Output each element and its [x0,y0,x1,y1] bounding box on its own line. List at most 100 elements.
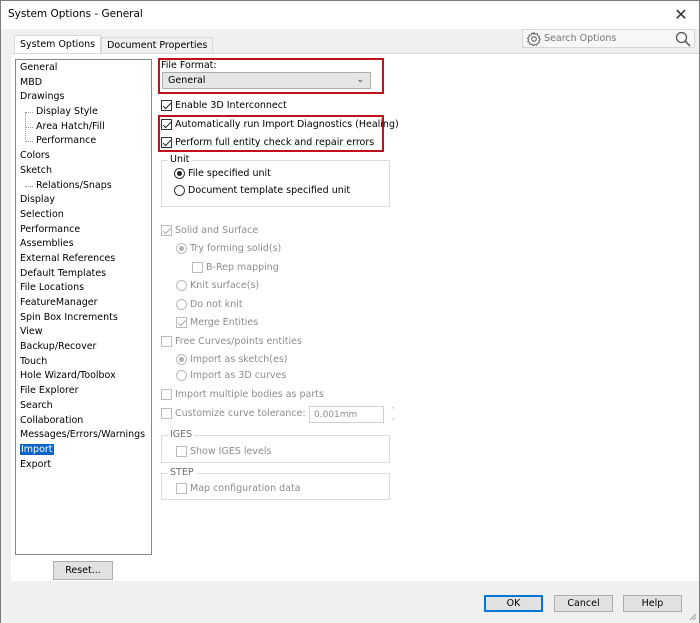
checkbox-checked-icon[interactable] [161,225,172,236]
radio-unselected-icon[interactable] [176,280,187,291]
brep-mapping-checkbox[interactable]: B-Rep mapping [192,262,279,273]
tree-item-assemblies[interactable]: Assemblies [16,237,151,252]
dialog-footer: OK Cancel Help [1,581,699,623]
close-icon[interactable]: ✕ [671,5,691,25]
tree-item-search[interactable]: Search [16,399,151,414]
checkbox-checked-icon[interactable] [176,317,187,328]
cancel-button[interactable]: Cancel [554,595,613,612]
tree-item-display[interactable]: Display [16,193,151,208]
tree-item-drawings[interactable]: Drawings [16,90,151,105]
tree-item-view[interactable]: View [16,325,151,340]
tree-item-import[interactable]: Import [16,443,151,458]
tree-item-default-templates[interactable]: Default Templates [16,267,151,282]
radio-unselected-icon[interactable] [176,299,187,310]
search-options-box[interactable] [522,29,695,48]
tree-item-selection[interactable]: Selection [16,208,151,223]
reset-button[interactable]: Reset... [53,561,113,580]
tree-item-messages-errors-warnings[interactable]: Messages/Errors/Warnings [16,428,151,443]
spin-up-icon[interactable]: ⌃ [388,406,398,414]
radio-selected-icon[interactable] [174,168,185,179]
curve-tolerance-input[interactable] [309,406,384,423]
customize-curve-tolerance-checkbox[interactable]: Customize curve tolerance: [161,408,306,419]
merge-entities-checkbox[interactable]: Merge Entities [176,317,258,328]
tree-item-label: External References [20,252,116,264]
import-as-sketches-radio[interactable]: Import as sketch(es) [176,354,287,365]
gear-icon[interactable] [526,30,542,47]
knit-surfaces-radio[interactable]: Knit surface(s) [176,280,259,291]
tree-item-general[interactable]: General [16,61,151,76]
tree-item-label: Sketch [20,164,53,176]
auto-import-diagnostics-checkbox[interactable]: Automatically run Import Diagnostics (He… [161,119,399,130]
search-icon[interactable] [675,31,691,47]
do-not-knit-radio[interactable]: Do not knit [176,299,243,310]
file-specified-unit-radio[interactable]: File specified unit [174,168,271,179]
tree-item-export[interactable]: Export [16,458,151,473]
radio-selected-icon[interactable] [176,354,187,365]
tree-item-file-locations[interactable]: File Locations [16,281,151,296]
tree-item-hole-wizard-toolbox[interactable]: Hole Wizard/Toolbox [16,369,151,384]
radio-unselected-icon[interactable] [176,370,187,381]
solid-and-surface-checkbox[interactable]: Solid and Surface [161,225,258,236]
checkbox-unchecked-icon[interactable] [176,446,187,457]
options-tree[interactable]: General MBD Drawings Display Style Area … [15,59,152,555]
tree-item-file-explorer[interactable]: File Explorer [16,384,151,399]
tab-document-properties[interactable]: Document Properties [101,37,214,53]
search-options-input[interactable] [544,33,674,44]
tree-item-label: Drawings [20,91,65,103]
tab-system-options[interactable]: System Options [14,35,102,53]
tree-item-colors[interactable]: Colors [16,149,151,164]
checkbox-label: Merge Entities [190,317,259,328]
help-button[interactable]: Help [623,595,682,612]
checkbox-label: Automatically run Import Diagnostics (He… [175,119,399,130]
checkbox-unchecked-icon[interactable] [161,336,172,347]
tree-item-sketch[interactable]: Sketch [16,164,151,179]
window-title: System Options - General [8,8,143,20]
tree-item-performance[interactable]: Performance [16,223,151,238]
map-configuration-data-checkbox[interactable]: Map configuration data [176,483,301,494]
checkbox-unchecked-icon[interactable] [161,408,172,419]
tree-item-spin-box-increments[interactable]: Spin Box Increments [16,311,151,326]
resize-grip-icon[interactable] [687,611,697,621]
tree-item-label: Spin Box Increments [20,311,118,323]
free-curves-checkbox[interactable]: Free Curves/points entities [161,336,302,347]
ok-button[interactable]: OK [484,595,543,612]
checkbox-unchecked-icon[interactable] [192,262,203,273]
spin-down-icon[interactable]: ⌄ [388,414,398,422]
radio-label: File specified unit [188,168,271,179]
tree-item-external-references[interactable]: External References [16,252,151,267]
tree-item-label: Export [20,458,52,470]
curve-tolerance-spinner[interactable]: ⌃ ⌄ [388,406,398,423]
checkbox-unchecked-icon[interactable] [176,483,187,494]
tree-item-label: FeatureManager [20,297,98,308]
tree-item-label: Hole Wizard/Toolbox [20,370,116,382]
radio-unselected-icon[interactable] [174,185,185,196]
tree-item-relations-snaps[interactable]: Relations/Snaps [16,179,151,194]
radio-selected-icon[interactable] [176,243,187,254]
checkbox-checked-icon[interactable] [161,119,172,130]
step-group: STEP Map configuration data [161,467,390,500]
try-forming-solids-radio[interactable]: Try forming solid(s) [176,243,281,254]
tree-item-backup-recover[interactable]: Backup/Recover [16,340,151,355]
file-format-select[interactable]: General ⌄ [162,72,371,89]
import-multiple-bodies-checkbox[interactable]: Import multiple bodies as parts [161,389,324,400]
tree-item-area-hatch-fill[interactable]: Area Hatch/Fill [16,112,151,135]
tree-item-mbd[interactable]: MBD [16,76,151,91]
enable-3d-interconnect-checkbox[interactable]: Enable 3D Interconnect [161,100,287,111]
checkbox-checked-icon[interactable] [161,137,172,148]
tree-item-label-selected: Import [20,443,54,455]
checkbox-checked-icon[interactable] [161,100,172,111]
tree-item-touch[interactable]: Touch [16,355,151,370]
unit-group-title: Unit [168,154,192,165]
show-iges-levels-checkbox[interactable]: Show IGES levels [176,446,271,457]
document-template-unit-radio[interactable]: Document template specified unit [174,185,350,196]
tree-item-drawings-performance[interactable]: Performance [16,127,151,149]
import-as-3d-curves-radio[interactable]: Import as 3D curves [176,370,286,381]
full-entity-check-checkbox[interactable]: Perform full entity check and repair err… [161,137,374,148]
checkbox-unchecked-icon[interactable] [161,389,172,400]
tree-item-collaboration[interactable]: Collaboration [16,414,151,429]
chevron-down-icon: ⌄ [356,75,364,85]
tree-item-display-style[interactable]: Display Style [16,105,151,120]
tree-item-label: Display Style [36,106,98,118]
tree-item-featuremanager[interactable]: FeatureManager [16,296,151,311]
checkbox-label: Map configuration data [190,483,301,494]
